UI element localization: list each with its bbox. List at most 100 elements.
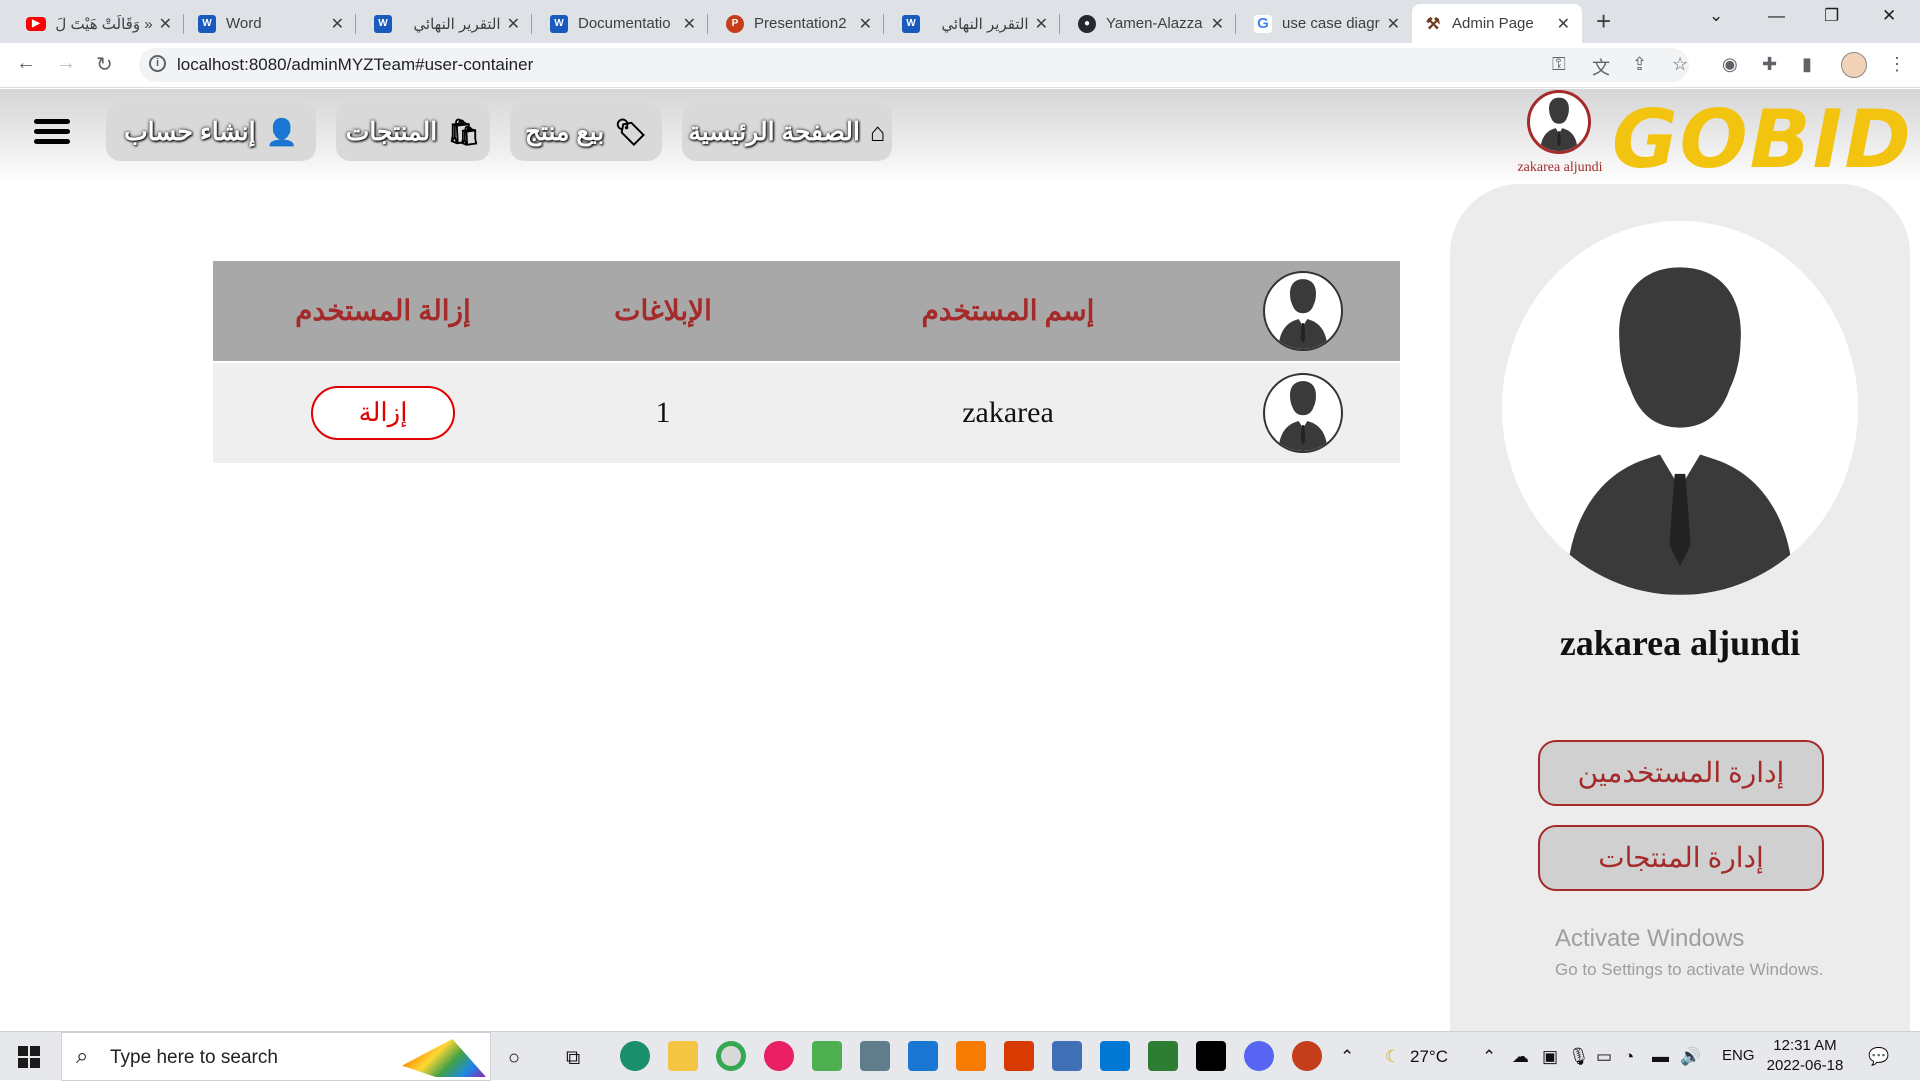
manage-products-button[interactable]: إدارة المنتجات xyxy=(1538,825,1824,891)
cell-username: zakarea xyxy=(962,396,1054,429)
system-clock[interactable]: 12:31 AM 2022-06-18 xyxy=(1760,1036,1850,1076)
language-indicator[interactable]: ENG xyxy=(1722,1047,1755,1064)
column-header-username: إسم المستخدم xyxy=(921,296,1095,327)
close-icon[interactable]: ✕ xyxy=(1035,14,1048,34)
show-hidden-icons[interactable]: ⌃ xyxy=(1482,1047,1496,1067)
browser-tab[interactable]: W التقرير النهائي ✕ xyxy=(362,4,532,43)
gavel-icon: ⚒ xyxy=(1425,15,1441,33)
back-arrow-icon[interactable]: ← xyxy=(16,52,36,75)
tab-label: Presentation2 xyxy=(754,15,847,32)
edge-icon[interactable] xyxy=(620,1041,650,1071)
user-avatar[interactable] xyxy=(1527,90,1591,154)
translate-icon[interactable]: 文 xyxy=(1592,54,1610,80)
vpn-icon[interactable] xyxy=(956,1041,986,1071)
header-username: zakarea aljundi xyxy=(1517,160,1603,175)
puzzle-icon[interactable]: ✚ xyxy=(1762,54,1777,75)
itunes-icon[interactable] xyxy=(764,1041,794,1071)
nav-label: الصفحة الرئيسية xyxy=(688,118,860,146)
cloud-icon[interactable]: ☁ xyxy=(1512,1047,1529,1067)
browser-tab[interactable]: G use case diagr ✕ xyxy=(1242,4,1412,43)
site-logo[interactable]: GOBID xyxy=(1612,93,1911,186)
browser-tab-bar: ▶ « وَقَالَتْ هَيْتَ لَ ✕ W Word ✕ W الت… xyxy=(0,0,1920,43)
close-icon[interactable]: ✕ xyxy=(507,14,520,34)
microphone-icon[interactable]: 🎙 xyxy=(1568,1047,1590,1067)
close-icon[interactable]: ✕ xyxy=(159,14,172,34)
chrome-icon[interactable] xyxy=(716,1041,746,1071)
menu-dots-icon[interactable]: ⋮ xyxy=(1888,54,1906,75)
wifi-icon[interactable]: ◔ xyxy=(1624,1047,1634,1067)
notifications-icon[interactable]: 💬 xyxy=(1868,1047,1889,1067)
volume-icon[interactable]: 🔊 xyxy=(1680,1047,1701,1067)
restore-button[interactable]: ❐ xyxy=(1824,6,1839,26)
scroll-arrows-icon[interactable]: ⌃ xyxy=(1340,1047,1354,1067)
site-info-icon[interactable]: i xyxy=(149,55,166,72)
browser-tab[interactable]: P Presentation2 ✕ xyxy=(714,4,884,43)
url-text: localhost:8080/adminMYZTeam#user-contain… xyxy=(177,55,534,74)
hamburger-menu-icon[interactable] xyxy=(34,119,70,145)
tab-label: Yamen-Alazza xyxy=(1106,15,1203,32)
browser-tab[interactable]: ▶ « وَقَالَتْ هَيْتَ لَ ✕ xyxy=(14,4,184,43)
mail-icon[interactable] xyxy=(908,1041,938,1071)
close-icon[interactable]: ✕ xyxy=(859,14,872,34)
display-icon[interactable]: ▭ xyxy=(1596,1047,1612,1067)
close-icon[interactable]: ✕ xyxy=(1387,14,1400,34)
new-tab-button[interactable]: + xyxy=(1596,6,1611,37)
windows-start-icon[interactable] xyxy=(18,1046,40,1068)
browser-tab[interactable]: ● Yamen-Alazza ✕ xyxy=(1066,4,1236,43)
tab-search-icon[interactable]: ⌄ xyxy=(1709,6,1723,26)
nav-sell-product[interactable]: 🏷 بيع منتج xyxy=(510,103,662,161)
store-icon[interactable] xyxy=(812,1041,842,1071)
git-icon[interactable] xyxy=(1148,1041,1178,1071)
browser-tab[interactable]: W Word ✕ xyxy=(186,4,356,43)
task-view-icon[interactable]: ⧉ xyxy=(566,1047,580,1070)
youtube-icon: ▶ xyxy=(26,16,46,31)
search-placeholder: Type here to search xyxy=(110,1047,278,1068)
vscode-icon[interactable] xyxy=(1100,1041,1130,1071)
database-icon[interactable] xyxy=(1052,1041,1082,1071)
nav-products[interactable]: 🛍 المنتجات xyxy=(336,103,490,161)
close-window-button[interactable]: ✕ xyxy=(1882,6,1896,26)
cortana-icon[interactable]: ○ xyxy=(508,1047,520,1070)
bookmark-star-icon[interactable]: ☆ xyxy=(1672,54,1688,75)
key-icon[interactable]: ⚿ xyxy=(1552,54,1566,75)
camera-icon[interactable]: ▣ xyxy=(1542,1047,1558,1067)
tab-label: التقرير النهائي xyxy=(413,15,501,33)
nav-home[interactable]: ⌂ الصفحة الرئيسية xyxy=(682,103,892,161)
manage-users-button[interactable]: إدارة المستخدمين xyxy=(1538,740,1824,806)
remove-user-button[interactable]: إزالة xyxy=(311,386,455,440)
discord-icon[interactable] xyxy=(1244,1041,1274,1071)
close-icon[interactable]: ✕ xyxy=(331,14,344,34)
nav-label: بيع منتج xyxy=(524,118,605,146)
browser-tab-active[interactable]: ⚒ Admin Page ✕ xyxy=(1412,4,1582,43)
calculator-icon[interactable] xyxy=(860,1041,890,1071)
row-avatar-cell xyxy=(1233,363,1373,463)
share-icon[interactable]: ⇪ xyxy=(1632,54,1647,75)
clock-date: 2022-06-18 xyxy=(1766,1057,1844,1074)
add-user-icon: 👤 xyxy=(265,116,298,147)
office-icon[interactable] xyxy=(1004,1041,1034,1071)
nav-create-account[interactable]: 👤 إنشاء حساب xyxy=(106,103,316,161)
minimize-button[interactable]: — xyxy=(1768,6,1785,26)
close-icon[interactable]: ✕ xyxy=(1557,14,1570,34)
site-header: 👤 إنشاء حساب 🛍 المنتجات 🏷 بيع منتج ⌂ الص… xyxy=(0,89,1920,186)
address-bar[interactable]: i localhost:8080/adminMYZTeam#user-conta… xyxy=(139,48,1689,82)
close-icon[interactable]: ✕ xyxy=(1211,14,1224,34)
extension-icon[interactable]: ◉ xyxy=(1722,54,1738,75)
browser-tab[interactable]: W التقرير النهائي ✕ xyxy=(890,4,1060,43)
side-panel-icon[interactable]: ▮ xyxy=(1802,54,1812,75)
close-icon[interactable]: ✕ xyxy=(683,14,696,34)
word-icon: W xyxy=(198,14,216,33)
powerpoint-taskbar-icon[interactable] xyxy=(1292,1041,1322,1071)
battery-icon[interactable]: ▬ xyxy=(1652,1047,1669,1067)
file-explorer-icon[interactable] xyxy=(668,1041,698,1071)
windows-taskbar: ⌕ Type here to search ○ ⧉ ⌃ ☾ 27°C ⌃ ☁ ▣… xyxy=(0,1031,1920,1081)
tab-label: التقرير النهائي xyxy=(941,15,1029,33)
weather-temp[interactable]: 27°C xyxy=(1410,1047,1448,1067)
clock-time: 12:31 AM xyxy=(1773,1037,1837,1054)
intellij-icon[interactable] xyxy=(1196,1041,1226,1071)
taskbar-search[interactable]: ⌕ Type here to search xyxy=(61,1032,491,1081)
browser-tab[interactable]: W Documentatio ✕ xyxy=(538,4,708,43)
reload-icon[interactable]: ↻ xyxy=(96,52,113,77)
forward-arrow-icon[interactable]: → xyxy=(56,52,76,75)
profile-avatar[interactable] xyxy=(1841,52,1867,78)
